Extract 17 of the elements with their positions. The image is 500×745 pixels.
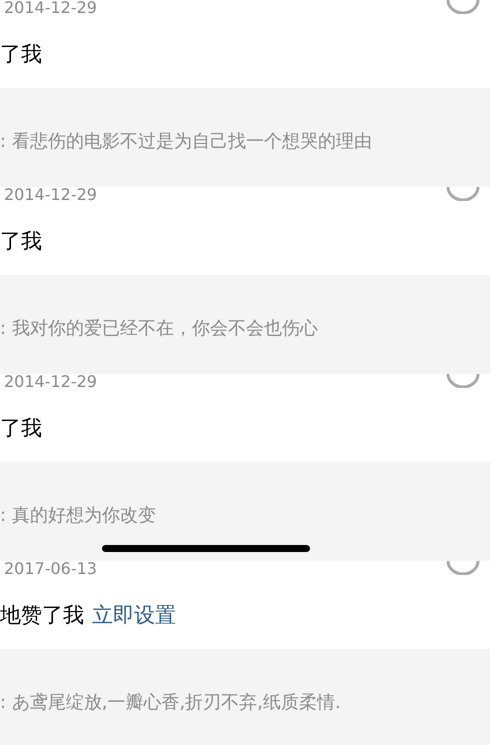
settings-link[interactable]: 立即设置	[92, 600, 176, 632]
quoted-post[interactable]: : あ鸢尾绽放,一瓣心香,折刃不弃,纸质柔情.	[0, 649, 490, 745]
arc-icon[interactable]	[446, 374, 480, 388]
message-text: 地赞了我	[0, 602, 84, 630]
date-text: 2014-12-29	[4, 185, 97, 205]
message-text: 了我	[0, 41, 42, 68]
quoted-post[interactable]: : 看悲伤的电影不过是为自己找一个想哭的理由	[0, 88, 490, 187]
date-text: 2017-06-13	[4, 559, 97, 579]
arc-icon[interactable]	[446, 0, 480, 14]
arc-icon[interactable]	[446, 561, 480, 575]
date-text: 2014-12-29	[4, 0, 97, 18]
message-text: 了我	[0, 415, 42, 442]
date-text: 2014-12-29	[4, 372, 97, 392]
message-text: 了我	[0, 228, 42, 256]
arc-icon[interactable]	[446, 187, 480, 201]
quoted-post[interactable]: : 我对你的爱已经不在，你会不会也伤心	[0, 275, 490, 374]
quoted-post[interactable]: : 真的好想为你改变	[0, 462, 490, 561]
